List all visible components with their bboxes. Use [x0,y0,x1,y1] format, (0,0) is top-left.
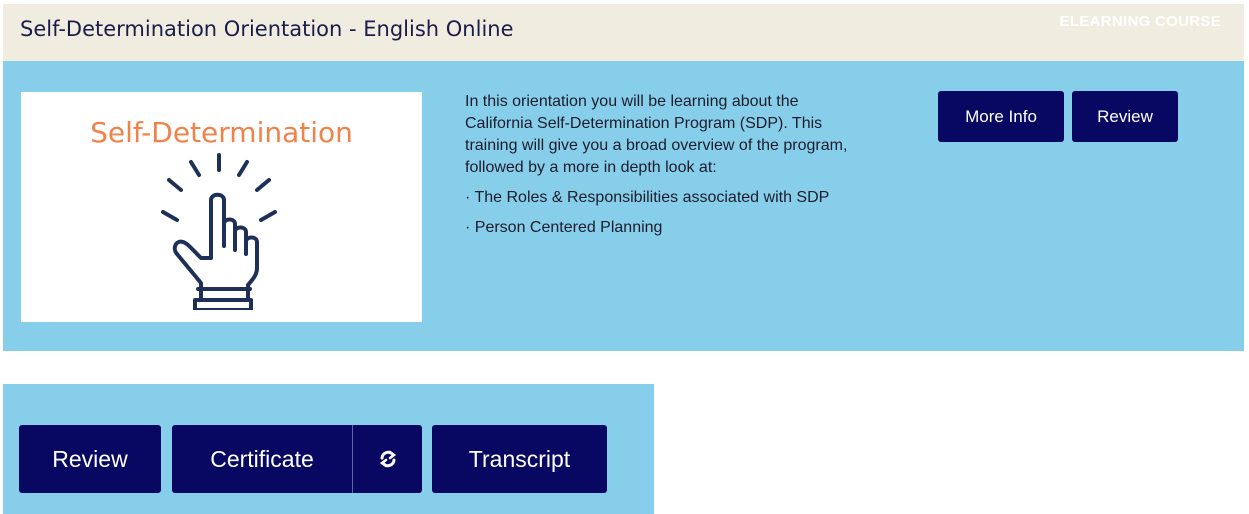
refresh-icon [379,450,396,468]
course-description: In this orientation you will be learning… [465,91,865,247]
review-button[interactable]: Review [1072,91,1178,142]
transcript-button[interactable]: Transcript [432,425,607,493]
course-actions-bar: Review Certificate Transcript [3,384,654,514]
course-body: Self-Determination In this orientation y… [3,61,1244,351]
more-info-button[interactable]: More Info [938,91,1064,142]
course-card: Self-Determination Orientation - English… [3,4,1244,351]
refresh-certificate-button[interactable] [352,425,422,493]
thumbnail-title: Self-Determination [90,116,353,149]
description-paragraph: · The Roles & Responsibilities associate… [465,189,830,206]
description-paragraph: · Person Centered Planning [465,219,663,236]
course-type-label: ELEARNING COURSE [1059,13,1221,30]
certificate-button[interactable]: Certificate [172,425,352,493]
course-header: Self-Determination Orientation - English… [3,4,1244,61]
course-title[interactable]: Self-Determination Orientation - English… [20,17,514,41]
course-thumbnail[interactable]: Self-Determination [21,92,422,322]
pointing-hand-icon [161,153,277,310]
description-paragraph: In this orientation you will be learning… [465,93,848,176]
review-button[interactable]: Review [19,425,161,493]
